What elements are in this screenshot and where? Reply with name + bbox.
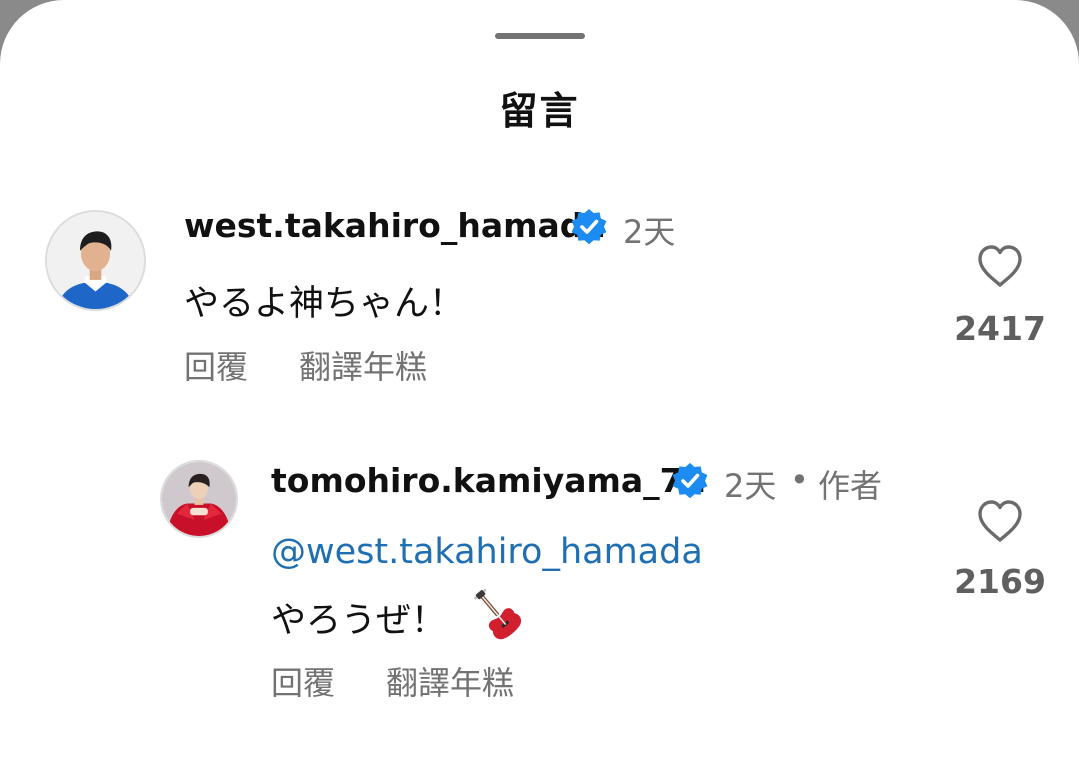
heart-icon[interactable] (976, 499, 1024, 543)
translate-button[interactable]: 翻譯年糕 (386, 658, 514, 704)
comments-sheet: 留言 west.takahiro_hamada 2天 やるよ神ちゃん！ 回覆 翻… (0, 0, 1079, 760)
like-count: 2417 (954, 309, 1046, 348)
verified-badge-icon (672, 463, 708, 499)
reply-time: 2天 (724, 467, 777, 505)
drag-handle[interactable] (495, 33, 585, 39)
guitar-icon (474, 588, 522, 640)
like-count: 2169 (954, 562, 1046, 601)
comment-text: やるよ神ちゃん！ (184, 284, 465, 324)
avatar-image (47, 212, 144, 309)
sheet-title: 留言 (499, 89, 580, 133)
comment-username[interactable]: west.takahiro_hamada (184, 206, 606, 245)
heart-icon[interactable] (976, 244, 1024, 288)
mention-link[interactable]: @west.takahiro_hamada (271, 532, 703, 572)
translate-button[interactable]: 翻譯年糕 (299, 342, 427, 388)
verified-badge-icon (571, 209, 607, 245)
avatar[interactable] (160, 460, 238, 538)
reply-text: やろうぜ！ (271, 601, 447, 641)
reply-username[interactable]: tomohiro.kamiyama_71 (271, 461, 706, 500)
avatar-image (162, 462, 236, 536)
avatar[interactable] (45, 210, 146, 311)
comment-time: 2天 (623, 213, 676, 251)
reply-button[interactable]: 回覆 (271, 658, 335, 704)
reply-button[interactable]: 回覆 (184, 342, 248, 388)
author-badge: 作者 (818, 467, 883, 505)
meta-separator: • (790, 461, 809, 499)
